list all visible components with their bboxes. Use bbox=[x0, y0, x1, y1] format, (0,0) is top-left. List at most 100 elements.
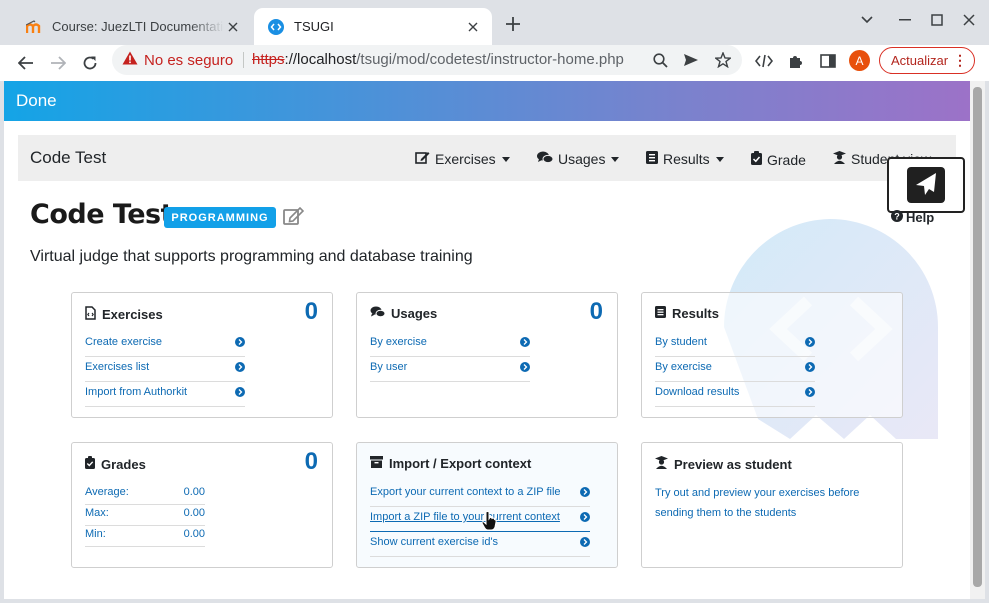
tab-course[interactable]: Course: JuezLTI Documentation bbox=[12, 8, 252, 45]
comments-icon bbox=[537, 151, 554, 167]
card-title: Grades bbox=[101, 456, 146, 472]
tab-strip: Course: JuezLTI Documentation TSUGI bbox=[0, 0, 989, 45]
menu-usages[interactable]: Usages bbox=[537, 151, 620, 167]
zoom-search-icon[interactable] bbox=[651, 51, 669, 69]
list-icon bbox=[655, 306, 666, 321]
tool-menubar: Code Test Exercises Usages Results Grade… bbox=[18, 135, 956, 181]
edit-title-icon[interactable] bbox=[283, 206, 305, 230]
grades-card: Grades 0 Average: 0.00 Max: 0.00 Min: 0.00 bbox=[71, 442, 333, 568]
create-exercise-link[interactable]: Create exercise bbox=[85, 332, 245, 357]
card-title: Preview as student bbox=[674, 456, 792, 472]
more-menu-icon[interactable]: ⋮ bbox=[953, 53, 967, 68]
category-badge: PROGRAMMING bbox=[164, 207, 276, 228]
close-tab-icon[interactable] bbox=[464, 18, 482, 36]
grades-count: 0 bbox=[304, 448, 318, 475]
file-code-icon bbox=[85, 306, 96, 323]
results-by-exercise-link[interactable]: By exercise bbox=[655, 357, 815, 382]
usages-by-user-link[interactable]: By user bbox=[370, 357, 530, 382]
window-bottom-edge bbox=[0, 599, 989, 603]
import-context-link[interactable]: Import a ZIP file to your current contex… bbox=[370, 507, 590, 532]
download-results-link[interactable]: Download results bbox=[655, 382, 815, 407]
update-label: Actualizar bbox=[891, 53, 949, 68]
arrow-circle-right-icon bbox=[235, 362, 245, 375]
results-by-student-link[interactable]: By student bbox=[655, 332, 815, 357]
import-authorkit-link[interactable]: Import from Authorkit bbox=[85, 382, 245, 407]
arrow-circle-right-icon bbox=[580, 537, 590, 550]
arrow-circle-right-icon bbox=[805, 337, 815, 350]
usages-by-exercise-link[interactable]: By exercise bbox=[370, 332, 530, 357]
stat-average: Average: 0.00 bbox=[85, 484, 205, 505]
caret-down-icon bbox=[611, 156, 620, 162]
exercises-card: Exercises 0 Create exercise Exercises li… bbox=[71, 292, 333, 418]
separator bbox=[243, 52, 244, 68]
warning-triangle-icon bbox=[122, 51, 138, 69]
arrow-circle-right-icon bbox=[580, 512, 590, 525]
menu-exercises[interactable]: Exercises bbox=[415, 151, 510, 167]
code-brackets-icon[interactable] bbox=[753, 50, 775, 72]
tab-title: TSUGI bbox=[294, 19, 334, 34]
link-label: Show current exercise id's bbox=[370, 536, 499, 548]
card-header: Import / Export context bbox=[370, 456, 531, 471]
export-context-link[interactable]: Export your current context to a ZIP fil… bbox=[370, 482, 590, 507]
arrow-circle-right-icon bbox=[805, 362, 815, 375]
page-scrollbar[interactable] bbox=[970, 81, 985, 599]
security-warning[interactable]: No es seguro bbox=[122, 51, 233, 69]
reload-icon[interactable] bbox=[77, 50, 103, 76]
preview-card: Preview as student Try out and preview y… bbox=[641, 442, 903, 568]
link-label: By exercise bbox=[370, 336, 427, 348]
link-label: By exercise bbox=[655, 361, 712, 373]
profile-avatar[interactable]: A bbox=[849, 50, 870, 71]
bookmark-star-icon[interactable] bbox=[714, 51, 732, 69]
arrow-circle-right-icon bbox=[235, 387, 245, 400]
menu-label: Results bbox=[663, 151, 710, 167]
menu-results[interactable]: Results bbox=[646, 151, 724, 167]
link-label: By student bbox=[655, 336, 707, 348]
minimize-icon[interactable] bbox=[895, 10, 915, 30]
arrow-circle-right-icon bbox=[805, 387, 815, 400]
tab-search-chevron-icon[interactable] bbox=[857, 10, 877, 30]
side-panel-icon[interactable] bbox=[817, 50, 839, 72]
exercises-count: 0 bbox=[304, 298, 318, 325]
tab-title: Course: JuezLTI Documentation bbox=[52, 19, 224, 34]
stat-min: Min: 0.00 bbox=[85, 526, 205, 547]
help-paper-plane-button[interactable] bbox=[887, 157, 965, 213]
archive-box-icon bbox=[370, 456, 383, 471]
close-tab-icon[interactable] bbox=[224, 18, 242, 36]
address-bar[interactable]: No es seguro https://localhost/tsugi/mod… bbox=[112, 45, 742, 75]
arrow-circle-right-icon bbox=[235, 337, 245, 350]
close-window-icon[interactable] bbox=[959, 10, 979, 30]
menubar-brand[interactable]: Code Test bbox=[30, 148, 106, 168]
scrollbar-thumb[interactable] bbox=[973, 87, 982, 587]
send-icon[interactable] bbox=[682, 51, 700, 69]
extensions-puzzle-icon[interactable] bbox=[785, 50, 807, 72]
card-title: Results bbox=[672, 306, 719, 321]
list-icon bbox=[646, 151, 658, 167]
done-bar[interactable]: Done bbox=[4, 81, 970, 121]
show-exercise-ids-link[interactable]: Show current exercise id's bbox=[370, 532, 590, 557]
tab-tsugi[interactable]: TSUGI bbox=[254, 8, 492, 45]
link-label: Import from Authorkit bbox=[85, 386, 188, 398]
arrow-circle-right-icon bbox=[580, 487, 590, 500]
stat-max: Max: 0.00 bbox=[85, 505, 205, 526]
arrow-circle-right-icon bbox=[520, 337, 530, 350]
exercises-list-link[interactable]: Exercises list bbox=[85, 357, 245, 382]
card-header: Usages bbox=[370, 306, 437, 321]
stat-value: 0.00 bbox=[183, 528, 205, 540]
forward-arrow-icon[interactable] bbox=[45, 50, 71, 76]
card-title: Import / Export context bbox=[389, 456, 532, 471]
stat-label: Average: bbox=[85, 486, 129, 498]
usages-count: 0 bbox=[589, 298, 603, 325]
maximize-icon[interactable] bbox=[927, 10, 947, 30]
comments-icon bbox=[370, 306, 386, 321]
url-text[interactable]: https://localhost/tsugi/mod/codetest/ins… bbox=[252, 51, 637, 68]
link-label: Create exercise bbox=[85, 336, 163, 348]
done-label[interactable]: Done bbox=[16, 91, 57, 111]
card-header: Exercises bbox=[85, 306, 163, 323]
preview-link[interactable]: Try out and preview your exercises befor… bbox=[655, 483, 885, 523]
security-label: No es seguro bbox=[144, 51, 234, 69]
page-subtitle: Virtual judge that supports programming … bbox=[30, 248, 473, 265]
new-tab-icon[interactable] bbox=[503, 14, 523, 34]
menu-grade[interactable]: Grade bbox=[751, 151, 806, 168]
update-button[interactable]: Actualizar ⋮ bbox=[879, 47, 975, 74]
back-arrow-icon[interactable] bbox=[13, 50, 39, 76]
